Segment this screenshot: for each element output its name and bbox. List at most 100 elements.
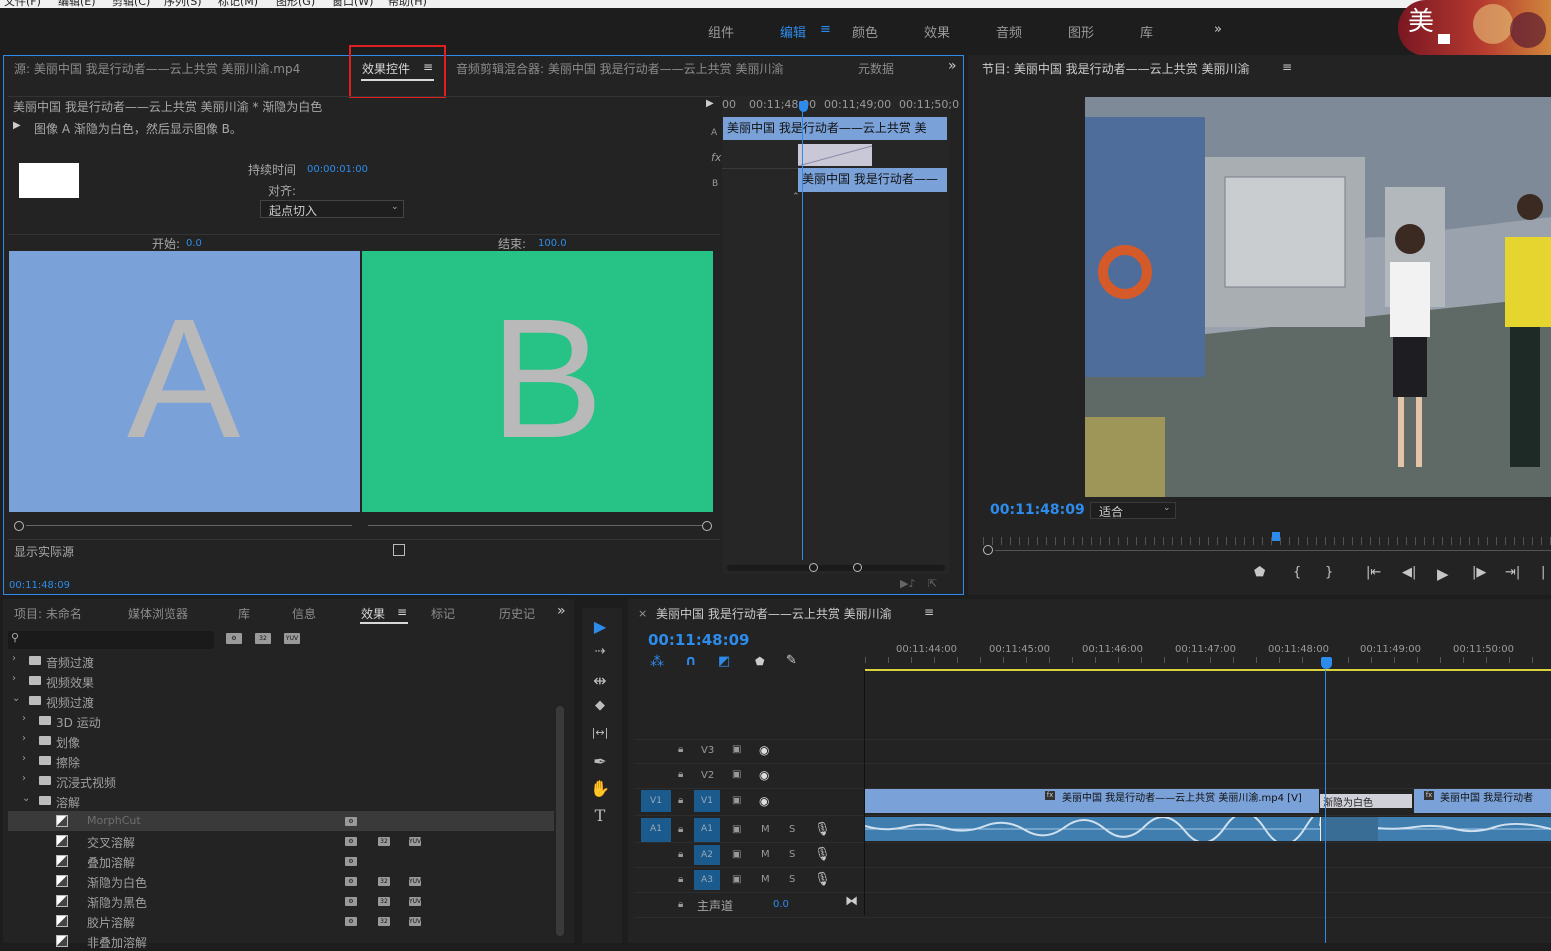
track-v1-target[interactable]: V1 <box>694 790 720 812</box>
sync-lock-icon[interactable]: ▣ <box>732 795 741 806</box>
end-value[interactable]: 100.0 <box>538 238 567 249</box>
end-slider-track[interactable] <box>368 525 702 526</box>
effects-folder-row[interactable]: › 擦除 <box>8 751 554 771</box>
effects-folder-row[interactable]: › 3D 运动 <box>8 711 554 731</box>
program-menu-icon[interactable]: ≡ <box>1282 60 1292 74</box>
sync-lock-icon[interactable]: ▣ <box>732 824 741 835</box>
mute-a1-button[interactable]: M <box>761 824 770 835</box>
workspace-more-icon[interactable]: » <box>1214 22 1222 37</box>
tab-project[interactable]: 项目: 未命名 <box>14 605 82 622</box>
solo-a3-button[interactable]: S <box>789 874 795 885</box>
user-avatar[interactable]: 美 <box>1398 0 1551 56</box>
start-value[interactable]: 0.0 <box>186 238 202 249</box>
track-lock-icon[interactable]: 🔒︎ <box>678 849 683 860</box>
program-playhead[interactable] <box>1272 532 1280 541</box>
go-to-in-icon[interactable]: |⇤ <box>1366 565 1381 580</box>
chevron-right-icon[interactable]: › <box>12 673 16 684</box>
workspace-tab-color[interactable]: 颜色 <box>852 22 878 41</box>
workspace-tab-effects[interactable]: 效果 <box>924 22 950 41</box>
workspace-menu-icon[interactable]: ≡ <box>820 22 831 37</box>
menu-markers[interactable]: 标记(M) <box>218 0 258 8</box>
yuv-filter-icon[interactable]: YUV <box>284 633 300 644</box>
menu-graphics[interactable]: 图形(G) <box>276 0 315 8</box>
mark-in-icon[interactable]: { <box>1293 565 1301 580</box>
more-tabs-icon[interactable]: » <box>557 603 566 619</box>
sync-lock-icon[interactable]: ▣ <box>732 769 741 780</box>
effects-folder-row[interactable]: › 视频效果 <box>8 671 554 691</box>
effect-row[interactable]: 渐隐为白色 ⚙ 32 YUV <box>8 871 554 891</box>
menu-clip[interactable]: 剪辑(C) <box>112 0 150 8</box>
collapse-caret-icon[interactable]: ⌃ <box>792 192 800 202</box>
workspace-tab-libraries[interactable]: 库 <box>1140 22 1153 41</box>
menu-edit[interactable]: 编辑(E) <box>58 0 96 8</box>
microphone-icon[interactable]: 🎙︎ <box>814 822 831 837</box>
mini-playhead[interactable] <box>799 101 808 112</box>
chevron-down-icon[interactable]: ⌄ <box>22 793 30 804</box>
menu-window[interactable]: 窗口(W) <box>332 0 373 8</box>
program-zoom-bar[interactable] <box>995 550 1551 551</box>
track-a3-target[interactable]: A3 <box>694 870 720 890</box>
add-marker-icon[interactable]: ⬟ <box>1254 565 1265 580</box>
track-lock-icon[interactable]: 🔒︎ <box>678 899 683 910</box>
close-sequence-icon[interactable]: × <box>638 607 647 620</box>
workspace-tab-audio[interactable]: 音频 <box>996 22 1022 41</box>
menu-sequence[interactable]: 序列(S) <box>164 0 202 8</box>
selection-tool-icon[interactable]: ▶ <box>588 617 612 639</box>
mini-zoom-handle-left[interactable] <box>809 563 818 572</box>
effect-row[interactable]: 交叉溶解 ⚙ 32 YUV <box>8 831 554 851</box>
work-area-bar[interactable] <box>865 669 1551 671</box>
fit-dropdown[interactable]: 适合 ⌄ <box>1090 502 1176 519</box>
razor-tool-icon[interactable]: ◆ <box>588 698 612 720</box>
chevron-right-icon[interactable]: › <box>22 733 26 744</box>
v1-clip-b[interactable]: fx 美丽中国 我是行动者 <box>1414 789 1551 813</box>
timeline-playhead[interactable] <box>1321 657 1332 669</box>
tab-history[interactable]: 历史记 <box>499 605 535 622</box>
timeline-settings-icon[interactable]: ✎ <box>786 653 797 668</box>
solo-a2-button[interactable]: S <box>789 849 795 860</box>
eye-icon[interactable]: ◉ <box>759 794 769 808</box>
audio-transition[interactable] <box>1320 817 1378 841</box>
track-lock-icon[interactable]: 🔒︎ <box>678 824 683 835</box>
effects-folder-row[interactable]: ⌄ 视频过渡 <box>8 691 554 711</box>
start-slider-track[interactable] <box>26 525 352 526</box>
tab-metadata[interactable]: 元数据 <box>858 60 894 77</box>
track-select-tool-icon[interactable]: ⇢ <box>588 644 612 666</box>
type-tool-icon[interactable]: T <box>588 806 612 828</box>
tab-libraries[interactable]: 库 <box>238 605 250 622</box>
effect-row[interactable]: MorphCut ⚙ <box>8 811 554 831</box>
linked-selection-icon[interactable]: ◩ <box>718 654 730 669</box>
track-lock-icon[interactable]: 🔒︎ <box>678 874 683 885</box>
program-monitor-title[interactable]: 节目: 美丽中国 我是行动者——云上共赏 美丽川渝 <box>982 60 1250 77</box>
tab-effects[interactable]: 效果 <box>361 605 385 622</box>
timeline-timecode[interactable]: 00:11:48:09 <box>648 631 750 649</box>
mini-clip-b[interactable]: 美丽中国 我是行动者—— <box>798 168 947 192</box>
track-a1-target[interactable]: A1 <box>694 818 720 842</box>
duration-value[interactable]: 00:00:01:00 <box>307 164 368 175</box>
track-lock-icon[interactable]: 🔒︎ <box>678 769 683 780</box>
chevron-right-icon[interactable]: › <box>12 653 16 664</box>
source-patch-a1[interactable]: A1 <box>641 818 671 842</box>
menu-help[interactable]: 帮助(H) <box>388 0 427 8</box>
effect-row[interactable]: 叠加溶解 ⚙ <box>8 851 554 871</box>
more-tabs-icon[interactable]: » <box>948 58 957 74</box>
pen-tool-icon[interactable]: ✒ <box>588 752 612 774</box>
accelerated-filter-icon[interactable]: ⚙ <box>226 633 242 644</box>
effects-folder-row[interactable]: › 音频过渡 <box>8 651 554 671</box>
tab-audio-clip-mixer[interactable]: 音频剪辑混合器: 美丽中国 我是行动者——云上共赏 美丽川渝 <box>456 60 784 77</box>
chevron-right-icon[interactable]: › <box>22 773 26 784</box>
mini-transition-block[interactable] <box>797 144 873 167</box>
program-ruler[interactable] <box>983 537 1551 545</box>
tab-markers[interactable]: 标记 <box>431 605 455 622</box>
sync-lock-icon[interactable]: ▣ <box>732 744 741 755</box>
go-to-out-icon[interactable]: ⇥| <box>1505 565 1520 580</box>
start-slider-handle[interactable] <box>14 521 24 531</box>
mute-a3-button[interactable]: M <box>761 874 770 885</box>
play-icon[interactable]: ▶ <box>1437 565 1449 583</box>
mini-zoom-bar[interactable] <box>727 565 945 571</box>
end-slider-handle[interactable] <box>702 521 712 531</box>
sequence-tab[interactable]: 美丽中国 我是行动者——云上共赏 美丽川渝 <box>656 605 892 622</box>
collapse-arrow-icon[interactable]: ▶ <box>706 98 714 109</box>
step-back-icon[interactable]: ◀| <box>1402 565 1416 580</box>
32bit-filter-icon[interactable]: 32 <box>255 633 271 644</box>
mini-clip-a[interactable]: 美丽中国 我是行动者——云上共赏 美 <box>723 117 947 140</box>
